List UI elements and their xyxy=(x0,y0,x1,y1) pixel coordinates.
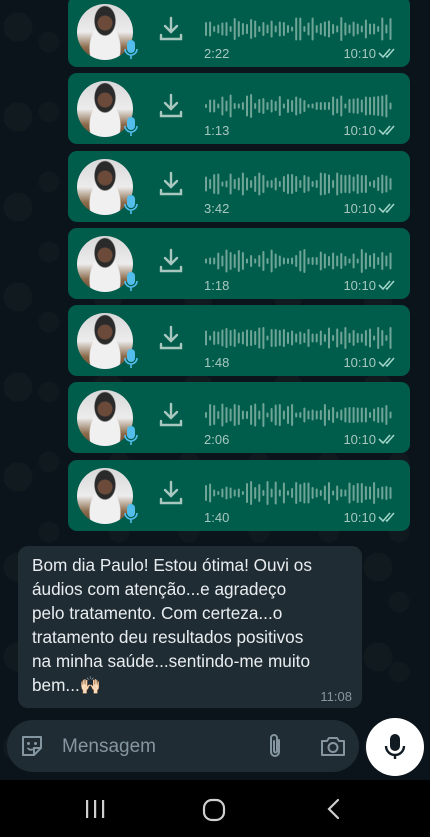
message-time: 10:10 xyxy=(343,432,376,448)
audio-waveform[interactable] xyxy=(205,480,395,506)
microphone-icon xyxy=(124,426,138,446)
audio-waveform[interactable] xyxy=(205,93,395,119)
audio-message-list: 2:22 10:10 1:13 10:10 3:42 10:10 1:18 10… xyxy=(68,0,410,537)
message-text: Bom dia Paulo! Estou ótima! Ouvi os áudi… xyxy=(32,555,312,695)
incoming-message-bubble[interactable]: Bom dia Paulo! Estou ótima! Ouvi os áudi… xyxy=(18,546,362,708)
download-icon[interactable] xyxy=(158,93,184,119)
audio-waveform[interactable] xyxy=(205,16,395,42)
audio-waveform[interactable] xyxy=(205,248,395,274)
microphone-icon xyxy=(124,503,138,523)
message-input[interactable]: Mensagem xyxy=(62,736,156,758)
paperclip-icon[interactable] xyxy=(263,733,287,759)
microphone-icon xyxy=(124,194,138,214)
message-time: 10:10 xyxy=(343,509,376,525)
sticker-icon[interactable] xyxy=(19,733,45,759)
message-time: 10:10 xyxy=(343,46,376,61)
audio-message[interactable]: 1:48 10:10 xyxy=(68,305,410,377)
audio-waveform[interactable] xyxy=(205,325,395,351)
message-time: 10:10 xyxy=(343,200,376,216)
audio-message[interactable]: 3:42 10:10 xyxy=(68,150,410,222)
audio-message[interactable]: 1:13 10:10 xyxy=(68,73,410,145)
download-icon[interactable] xyxy=(158,402,184,428)
microphone-icon xyxy=(384,734,406,759)
audio-message[interactable]: 2:22 10:10 xyxy=(68,0,410,67)
audio-duration: 1:13 xyxy=(204,123,230,139)
audio-message[interactable]: 1:40 10:10 xyxy=(68,459,410,531)
double-check-icon xyxy=(378,434,395,445)
double-check-icon xyxy=(378,357,395,368)
microphone-icon xyxy=(124,271,138,291)
message-time: 11:08 xyxy=(320,689,352,704)
message-time: 10:10 xyxy=(343,355,376,371)
download-icon[interactable] xyxy=(158,248,184,274)
audio-duration: 1:40 xyxy=(204,509,230,525)
audio-duration: 2:22 xyxy=(204,46,230,61)
camera-icon[interactable] xyxy=(319,734,347,758)
system-navigation-bar xyxy=(0,780,430,837)
message-time: 10:10 xyxy=(343,123,376,139)
audio-waveform[interactable] xyxy=(205,171,395,197)
voice-record-button[interactable] xyxy=(366,718,424,776)
double-check-icon xyxy=(378,203,395,213)
download-icon[interactable] xyxy=(158,171,184,197)
download-icon[interactable] xyxy=(158,480,184,506)
download-icon[interactable] xyxy=(158,325,184,351)
back-icon[interactable] xyxy=(324,797,344,821)
audio-waveform[interactable] xyxy=(205,402,395,428)
home-icon[interactable] xyxy=(202,798,226,822)
double-check-icon xyxy=(378,512,395,522)
message-composer[interactable]: Mensagem xyxy=(7,720,359,772)
double-check-icon xyxy=(378,48,395,59)
double-check-icon xyxy=(378,125,395,136)
audio-duration: 3:42 xyxy=(204,200,230,216)
microphone-icon xyxy=(124,40,138,59)
double-check-icon xyxy=(378,280,395,291)
microphone-icon xyxy=(124,349,138,369)
audio-duration: 1:18 xyxy=(204,277,230,293)
recent-apps-icon[interactable] xyxy=(84,798,106,820)
message-time: 10:10 xyxy=(343,277,376,293)
audio-duration: 2:06 xyxy=(204,432,230,448)
download-icon[interactable] xyxy=(158,16,184,42)
audio-message[interactable]: 1:18 10:10 xyxy=(68,227,410,299)
audio-message[interactable]: 2:06 10:10 xyxy=(68,382,410,454)
microphone-icon xyxy=(124,117,138,137)
audio-duration: 1:48 xyxy=(204,355,230,371)
